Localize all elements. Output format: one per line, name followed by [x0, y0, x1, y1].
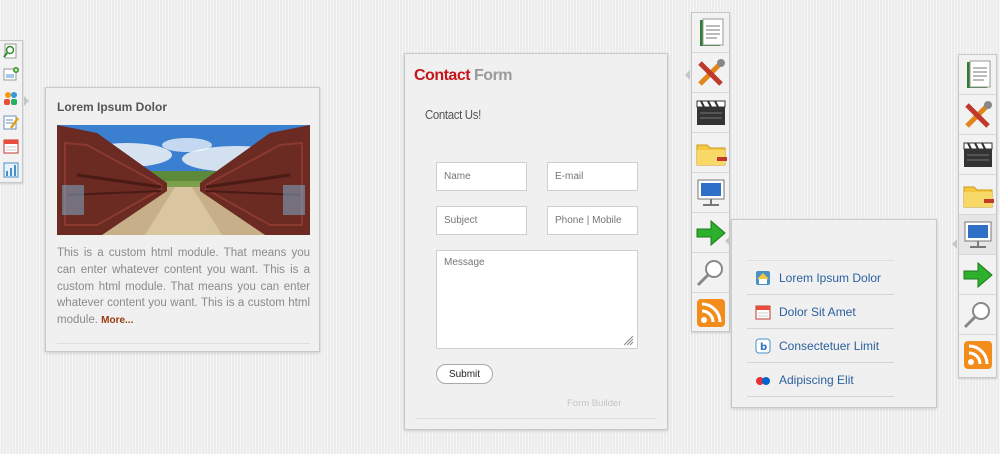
tools-icon[interactable] — [959, 95, 996, 135]
document-icon[interactable] — [692, 13, 729, 53]
contact-form-title: Contact Form — [414, 67, 513, 85]
add-image-icon[interactable] — [3, 66, 19, 82]
search-document-icon[interactable] — [3, 43, 19, 59]
message-textarea[interactable] — [436, 250, 638, 349]
ebay-icon — [756, 377, 770, 385]
contact-form-title-secondary: Form — [474, 67, 513, 84]
magnifier-icon[interactable] — [692, 253, 729, 293]
name-input[interactable] — [436, 162, 527, 191]
module-body: This is a custom html module. That means… — [57, 247, 310, 327]
chart-icon[interactable] — [3, 162, 19, 178]
module-title: Lorem Ipsum Dolor — [57, 100, 168, 114]
subject-input[interactable] — [436, 206, 527, 235]
resize-grip-icon[interactable] — [622, 334, 634, 346]
bridge-photo — [57, 125, 310, 235]
icon-tower-middle — [691, 12, 730, 332]
rss-icon[interactable] — [692, 293, 729, 333]
module-body-text: This is a custom html module. That means… — [57, 245, 310, 330]
calendar-icon[interactable] — [3, 138, 19, 154]
submit-button[interactable]: Submit — [436, 364, 493, 384]
folder-icon[interactable] — [959, 175, 996, 215]
blogger-icon: b — [755, 338, 771, 354]
module-divider — [57, 343, 310, 344]
clapperboard-icon[interactable] — [959, 135, 996, 175]
green-arrow-icon[interactable] — [692, 213, 729, 253]
home-icon — [756, 271, 770, 285]
dropdown-item-label: Lorem Ipsum Dolor — [779, 271, 882, 285]
contact-form-subtitle: Contact Us! — [425, 107, 481, 122]
dropdown-item-label: Dolor Sit Amet — [779, 305, 856, 319]
magnifier-icon[interactable] — [959, 295, 996, 335]
document-icon[interactable] — [959, 55, 996, 95]
users-icon[interactable] — [3, 90, 19, 106]
right-tower-pointer — [952, 239, 957, 249]
clapperboard-icon[interactable] — [692, 93, 729, 133]
monitor-icon[interactable] — [692, 173, 729, 213]
phone-input[interactable] — [547, 206, 638, 235]
form-builder-credit: Form Builder — [567, 398, 622, 409]
custom-html-module: Lorem Ipsum Dolor This is a custom html … — [45, 87, 320, 352]
icon-tower-right — [958, 54, 997, 378]
green-arrow-icon[interactable] — [959, 255, 996, 295]
toolbar-pointer — [24, 96, 29, 106]
dropdown-item[interactable]: Lorem Ipsum Dolor — [747, 261, 894, 295]
contact-form-title-primary: Contact — [414, 67, 471, 84]
dropdown-item[interactable]: Dolor Sit Amet — [747, 295, 894, 329]
dropdown-item[interactable]: b Consectetuer Limit — [747, 329, 894, 363]
dropdown-item-label: Adipiscing Elit — [779, 373, 854, 387]
dropdown-item-label: Consectetuer Limit — [779, 339, 880, 353]
tower-pointer — [685, 70, 690, 80]
folder-icon[interactable] — [692, 133, 729, 173]
more-link[interactable]: More... — [101, 315, 133, 326]
tools-icon[interactable] — [692, 53, 729, 93]
svg-text:b: b — [760, 342, 767, 353]
rss-icon[interactable] — [959, 335, 996, 375]
form-divider — [415, 418, 657, 419]
edit-form-icon[interactable] — [3, 114, 20, 130]
contact-form-panel: Contact Form Contact Us! Submit Form Bui… — [404, 53, 668, 430]
dropdown-item[interactable]: Adipiscing Elit — [747, 363, 894, 397]
dropdown-pointer — [725, 236, 730, 246]
calendar-icon — [755, 305, 771, 320]
small-left-toolbar — [0, 40, 23, 183]
monitor-icon[interactable] — [959, 215, 996, 255]
email-input[interactable] — [547, 162, 638, 191]
dropdown-menu: Lorem Ipsum Dolor Dolor Sit Amet b Conse… — [731, 219, 937, 408]
